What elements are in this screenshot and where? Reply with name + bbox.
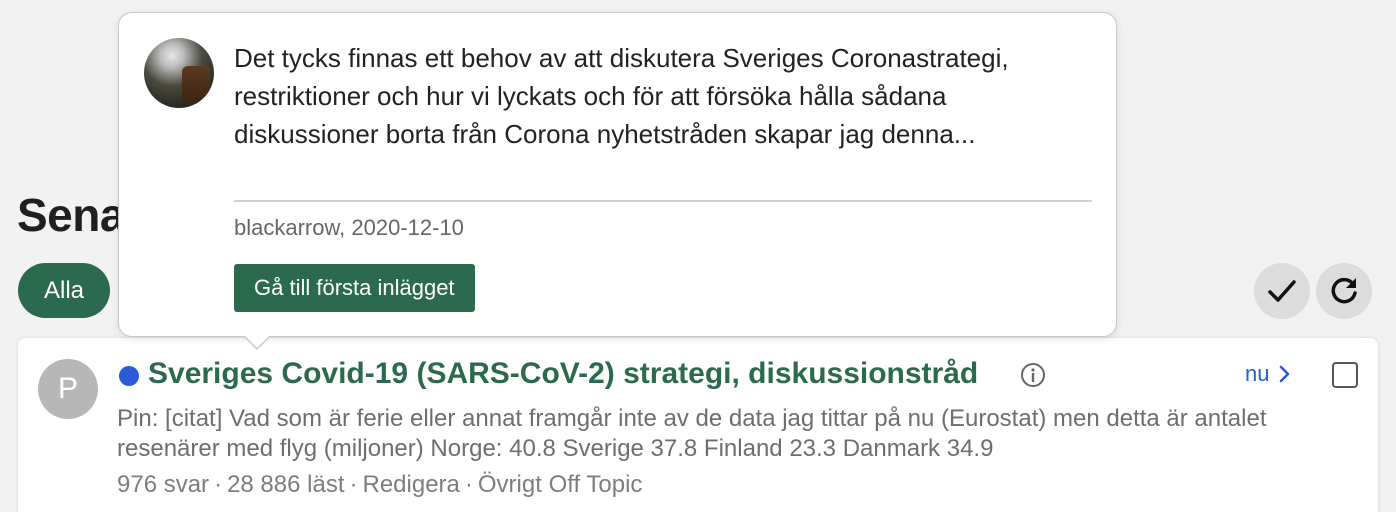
info-icon[interactable] xyxy=(1020,362,1046,388)
page-title: Sena xyxy=(17,189,125,241)
meta-separator: · xyxy=(464,471,473,498)
last-post-link[interactable]: nu xyxy=(1245,361,1291,387)
author-avatar[interactable] xyxy=(144,38,214,108)
edit-link[interactable]: Redigera xyxy=(362,471,459,498)
popover-arrow-fill xyxy=(244,335,270,348)
meta-separator: · xyxy=(214,471,223,498)
filter-all-button[interactable]: Alla xyxy=(18,263,110,318)
first-post-excerpt: Det tycks finnas ett behov av att diskut… xyxy=(234,43,1009,149)
avatar[interactable]: P xyxy=(38,359,98,419)
topic-list-item[interactable]: P Sveriges Covid-19 (SARS-CoV-2) strateg… xyxy=(18,338,1378,512)
author-date: blackarrow, 2020-12-10 xyxy=(234,215,464,240)
chevron-right-icon xyxy=(1280,365,1290,383)
first-post-preview-popover: Det tycks finnas ett behov av att diskut… xyxy=(118,12,1117,337)
refresh-button[interactable] xyxy=(1316,263,1372,319)
topic-excerpt: Pin: [citat] Vad som är ferie eller anna… xyxy=(117,405,1267,462)
topic-title-link[interactable]: Sveriges Covid-19 (SARS-CoV-2) strategi,… xyxy=(148,357,978,391)
topic-select-checkbox[interactable] xyxy=(1332,362,1358,388)
meta-separator: · xyxy=(349,471,358,498)
last-post-time: nu xyxy=(1245,361,1270,386)
view-count: 28 886 läst xyxy=(227,471,345,498)
category-link[interactable]: Övrigt Off Topic xyxy=(478,471,643,498)
refresh-icon xyxy=(1331,277,1357,304)
unread-indicator xyxy=(119,366,139,386)
topic-meta: 976 svar · 28 886 läst · Redigera · Övrigt Off… xyxy=(117,471,642,499)
mark-read-button[interactable] xyxy=(1254,263,1310,319)
divider xyxy=(234,200,1092,202)
go-to-first-post-button[interactable]: Gå till första inlägget xyxy=(234,264,475,312)
checkmark-icon xyxy=(1268,280,1296,302)
reply-count: 976 svar xyxy=(117,471,210,498)
